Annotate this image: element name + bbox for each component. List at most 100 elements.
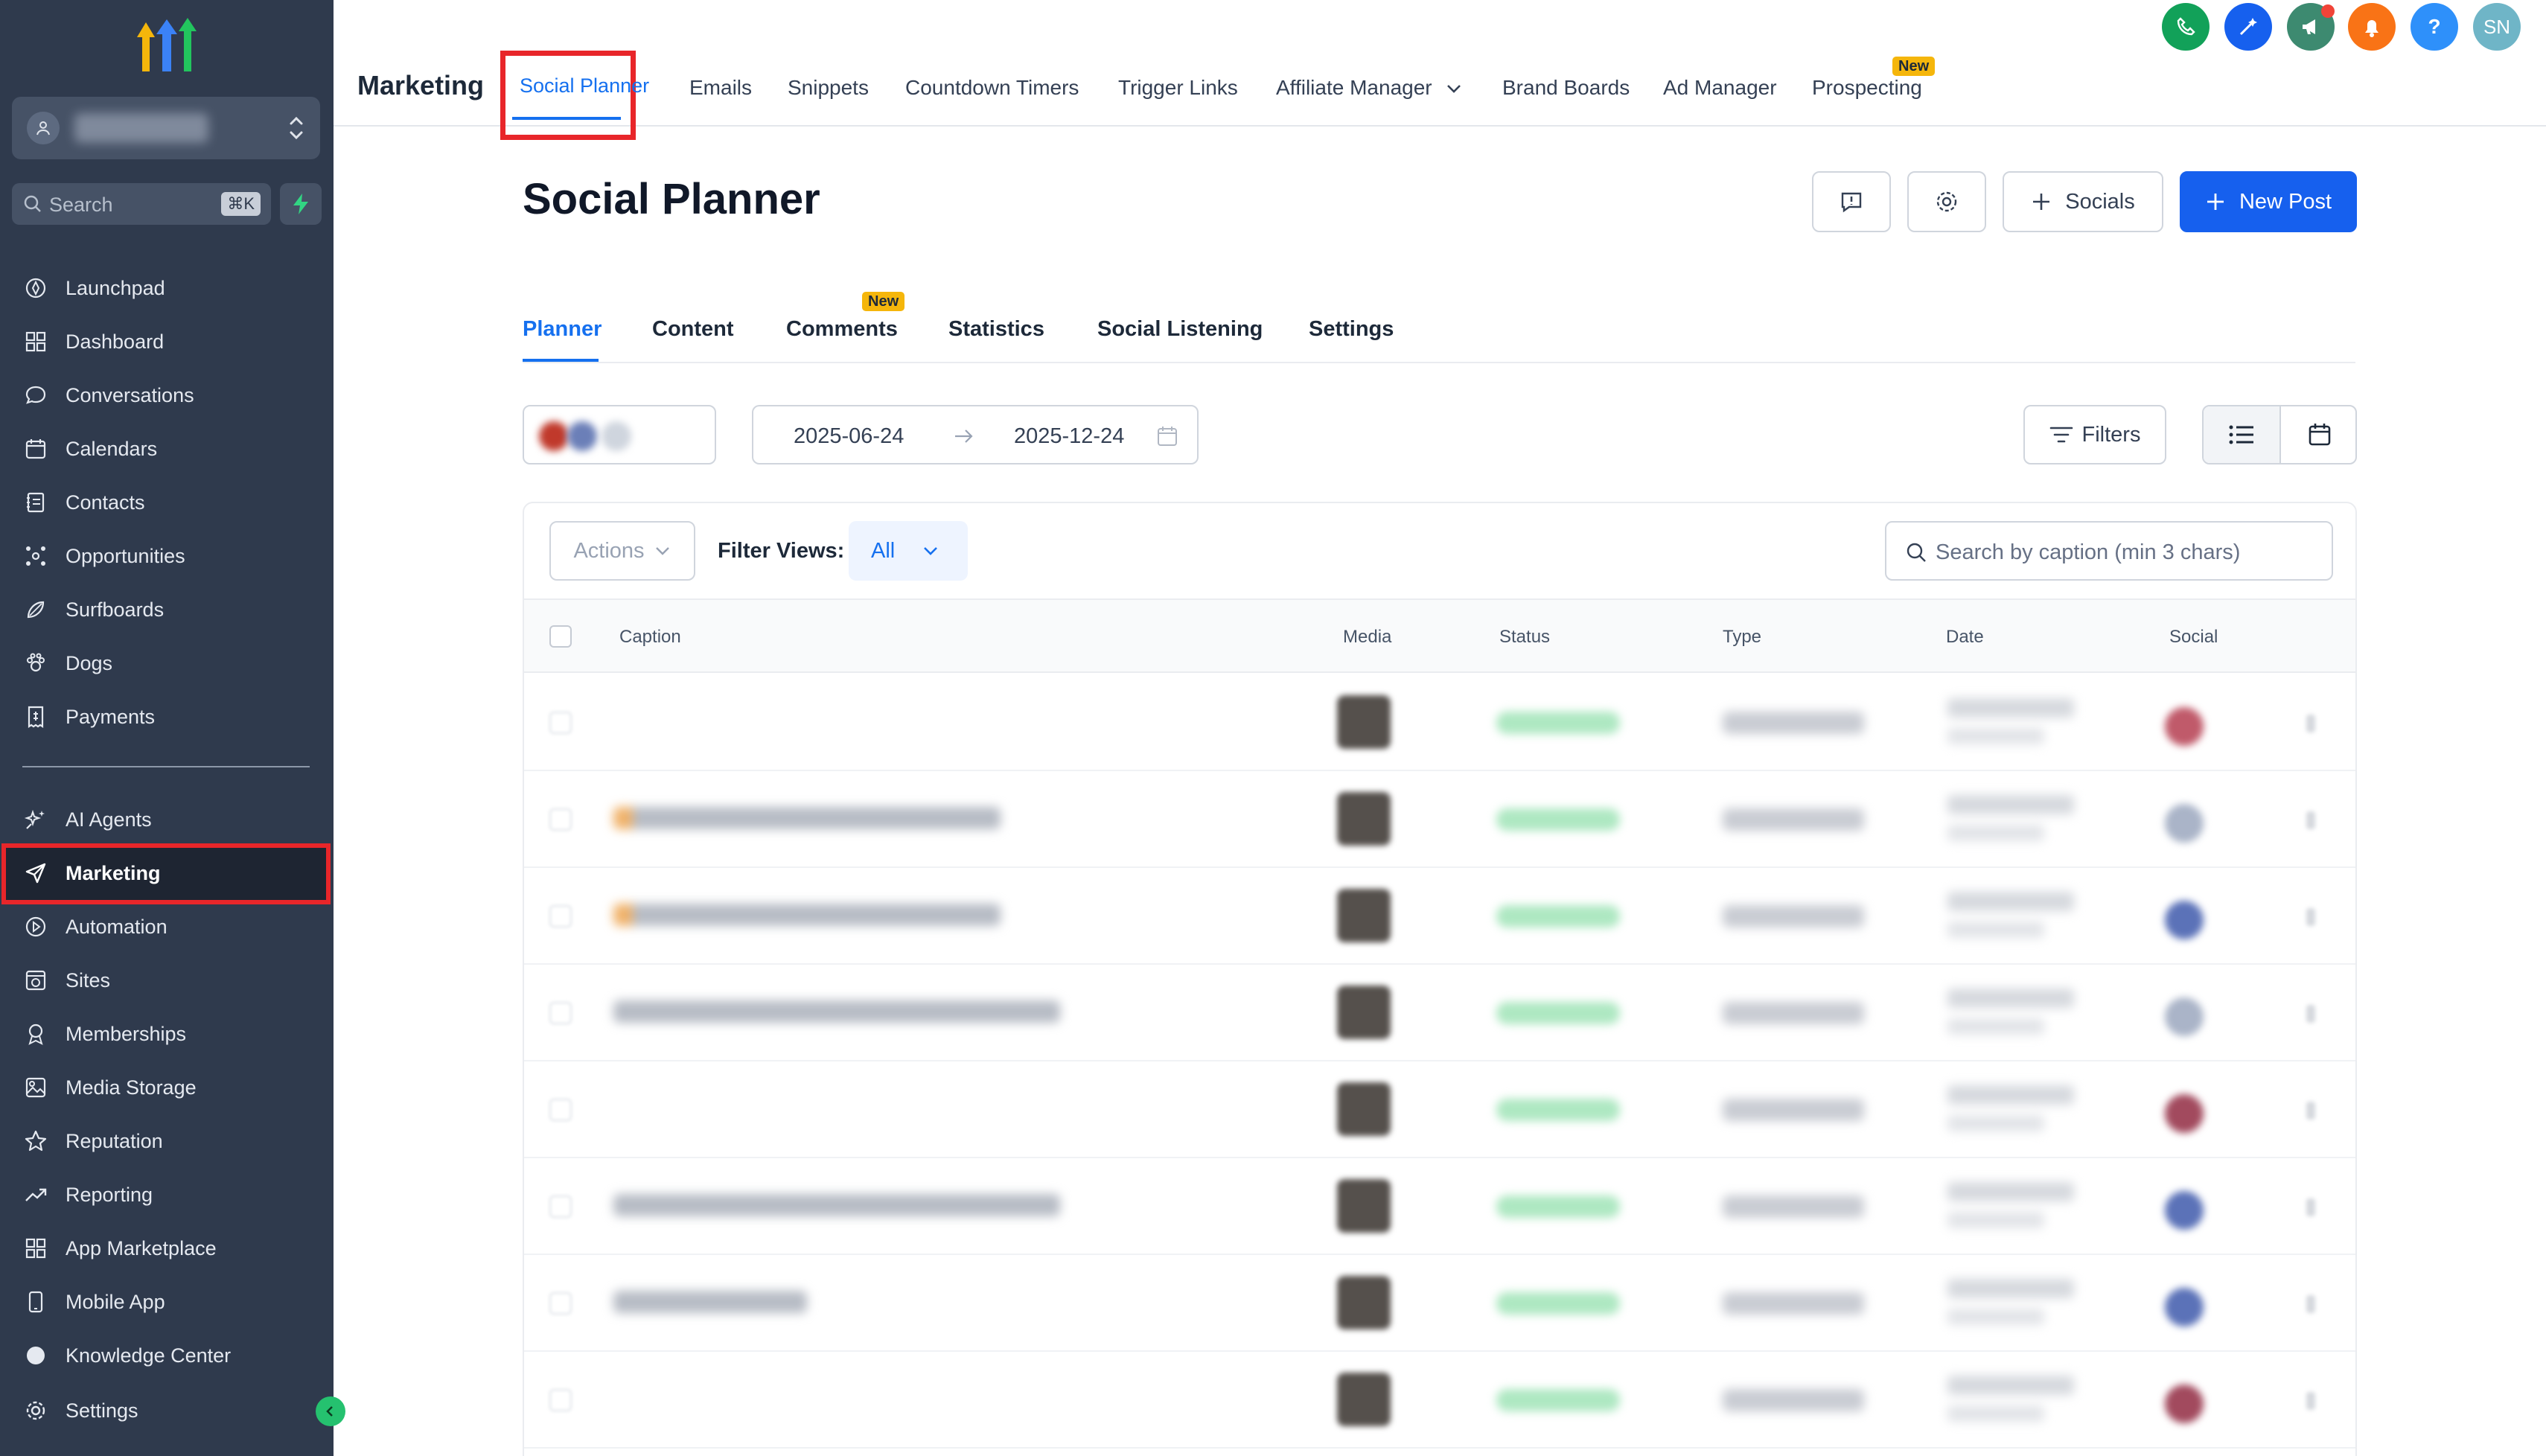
tab-comments[interactable]: Comments (786, 317, 898, 342)
quick-action-button[interactable] (280, 183, 322, 225)
post-media-thumbnail (1337, 1276, 1391, 1329)
row-checkbox[interactable] (549, 1389, 572, 1411)
feedback-button[interactable] (1812, 171, 1891, 232)
column-type[interactable]: Type (1723, 627, 1761, 648)
tab-snippets[interactable]: Snippets (788, 76, 869, 100)
sidebar-item-dogs[interactable]: Dogs (0, 639, 334, 686)
sidebar-item-marketing[interactable]: Marketing (0, 849, 334, 896)
sidebar-item-surfboards[interactable]: Surfboards (0, 585, 334, 633)
filters-button[interactable]: Filters (2023, 405, 2166, 464)
row-menu-button[interactable] (2306, 1295, 2315, 1313)
caption-search-input[interactable]: Search by caption (min 3 chars) (1885, 521, 2333, 581)
tab-statistics[interactable]: Statistics (948, 317, 1044, 342)
sidebar-search[interactable]: Search ⌘K (12, 183, 271, 225)
account-avatar-blurred (567, 421, 597, 451)
row-checkbox[interactable] (549, 808, 572, 831)
row-checkbox[interactable] (549, 712, 572, 734)
post-media-thumbnail (1337, 889, 1391, 942)
table-row[interactable] (524, 1255, 2355, 1352)
table-row[interactable] (524, 674, 2355, 771)
post-status-badge (1496, 1292, 1620, 1315)
filter-views-select[interactable]: All (849, 521, 968, 581)
row-menu-button[interactable] (2306, 908, 2315, 926)
phone-button[interactable] (2162, 3, 2210, 51)
social-account-selector[interactable] (523, 405, 716, 464)
sidebar-item-conversations[interactable]: Conversations (0, 371, 334, 418)
sidebar-item-dashboard[interactable]: Dashboard (0, 317, 334, 365)
sidebar-collapse-button[interactable] (316, 1396, 345, 1426)
tab-ad-manager[interactable]: Ad Manager (1663, 76, 1777, 100)
table-row[interactable] (524, 1061, 2355, 1158)
select-all-checkbox[interactable] (549, 625, 572, 648)
sidebar-item-contacts[interactable]: Contacts (0, 478, 334, 526)
row-menu-button[interactable] (2306, 1392, 2315, 1410)
row-menu-button[interactable] (2306, 811, 2315, 829)
column-social[interactable]: Social (2169, 627, 2218, 648)
row-menu-button[interactable] (2306, 1102, 2315, 1120)
add-socials-button[interactable]: Socials (2003, 171, 2163, 232)
post-time (1947, 1115, 2044, 1131)
row-checkbox[interactable] (549, 1195, 572, 1218)
actions-dropdown[interactable]: Actions (549, 521, 695, 581)
row-menu-button[interactable] (2306, 1198, 2315, 1216)
table-row[interactable] (524, 771, 2355, 868)
table-row[interactable] (524, 1352, 2355, 1449)
row-menu-button[interactable] (2306, 1005, 2315, 1023)
sidebar-item-reporting[interactable]: Reporting (0, 1170, 334, 1218)
tab-trigger-links[interactable]: Trigger Links (1118, 76, 1238, 100)
tab-social-planner[interactable]: Social Planner (520, 74, 649, 98)
user-avatar[interactable]: SN (2473, 3, 2521, 51)
column-media[interactable]: Media (1343, 627, 1391, 648)
post-time (1947, 922, 2044, 938)
sidebar-item-calendars[interactable]: Calendars (0, 424, 334, 472)
tab-prospecting[interactable]: Prospecting (1812, 76, 1922, 100)
tab-brand-boards[interactable]: Brand Boards (1502, 76, 1630, 100)
tab-affiliate-manager[interactable]: Affiliate Manager (1276, 76, 1463, 100)
sidebar-item-ai-agents[interactable]: AI Agents (0, 795, 334, 843)
new-post-button[interactable]: New Post (2180, 171, 2357, 232)
sidebar-item-payments[interactable]: Payments (0, 692, 334, 740)
sidebar-item-reputation[interactable]: Reputation (0, 1117, 334, 1164)
column-caption[interactable]: Caption (619, 627, 681, 648)
settings-button[interactable] (1907, 171, 1986, 232)
column-date[interactable]: Date (1946, 627, 1984, 648)
row-checkbox[interactable] (549, 905, 572, 927)
tab-settings[interactable]: Settings (1309, 317, 1394, 342)
row-checkbox[interactable] (549, 1099, 572, 1121)
row-checkbox[interactable] (549, 1002, 572, 1024)
list-view-button[interactable] (2204, 406, 2281, 463)
sidebar-item-knowledge-center[interactable]: Knowledge Center (0, 1331, 334, 1379)
sidebar-item-automation[interactable]: Automation (0, 902, 334, 950)
sidebar-item-opportunities[interactable]: Opportunities (0, 531, 334, 579)
row-menu-button[interactable] (2306, 715, 2315, 732)
sidebar-item-label: Reporting (66, 1184, 153, 1206)
tab-planner[interactable]: Planner (523, 317, 602, 342)
social-account-avatar (2165, 1191, 2204, 1230)
table-row[interactable] (524, 1158, 2355, 1255)
sidebar-item-mobile-app[interactable]: Mobile App (0, 1277, 334, 1325)
row-checkbox[interactable] (549, 1292, 572, 1315)
column-status[interactable]: Status (1499, 627, 1550, 648)
tab-countdown-timers[interactable]: Countdown Timers (905, 76, 1079, 100)
tab-emails[interactable]: Emails (689, 76, 752, 100)
sidebar-item-memberships[interactable]: Memberships (0, 1009, 334, 1057)
sidebar-item-sites[interactable]: Sites (0, 956, 334, 1003)
sidebar-item-launchpad[interactable]: Launchpad (0, 264, 334, 311)
sidebar-item-app-marketplace[interactable]: App Marketplace (0, 1224, 334, 1271)
table-row[interactable] (524, 965, 2355, 1061)
date-range-picker[interactable]: 2025-06-24 2025-12-24 (752, 405, 1199, 464)
tab-content[interactable]: Content (652, 317, 734, 342)
tab-affiliate-manager-label: Affiliate Manager (1276, 76, 1432, 99)
social-account-avatar (2165, 901, 2204, 939)
calendar-view-button[interactable] (2281, 406, 2355, 463)
gear-icon (26, 1401, 45, 1420)
help-button[interactable]: ? (2411, 3, 2458, 51)
sidebar-item-media-storage[interactable]: Media Storage (0, 1063, 334, 1111)
post-date (1947, 1279, 2074, 1298)
sidebar-item-settings[interactable]: Settings (0, 1386, 334, 1434)
tab-social-listening[interactable]: Social Listening (1097, 317, 1263, 342)
table-row[interactable] (524, 868, 2355, 965)
ai-assist-button[interactable] (2224, 3, 2272, 51)
account-switcher[interactable] (12, 97, 320, 159)
notifications-button[interactable] (2348, 3, 2396, 51)
